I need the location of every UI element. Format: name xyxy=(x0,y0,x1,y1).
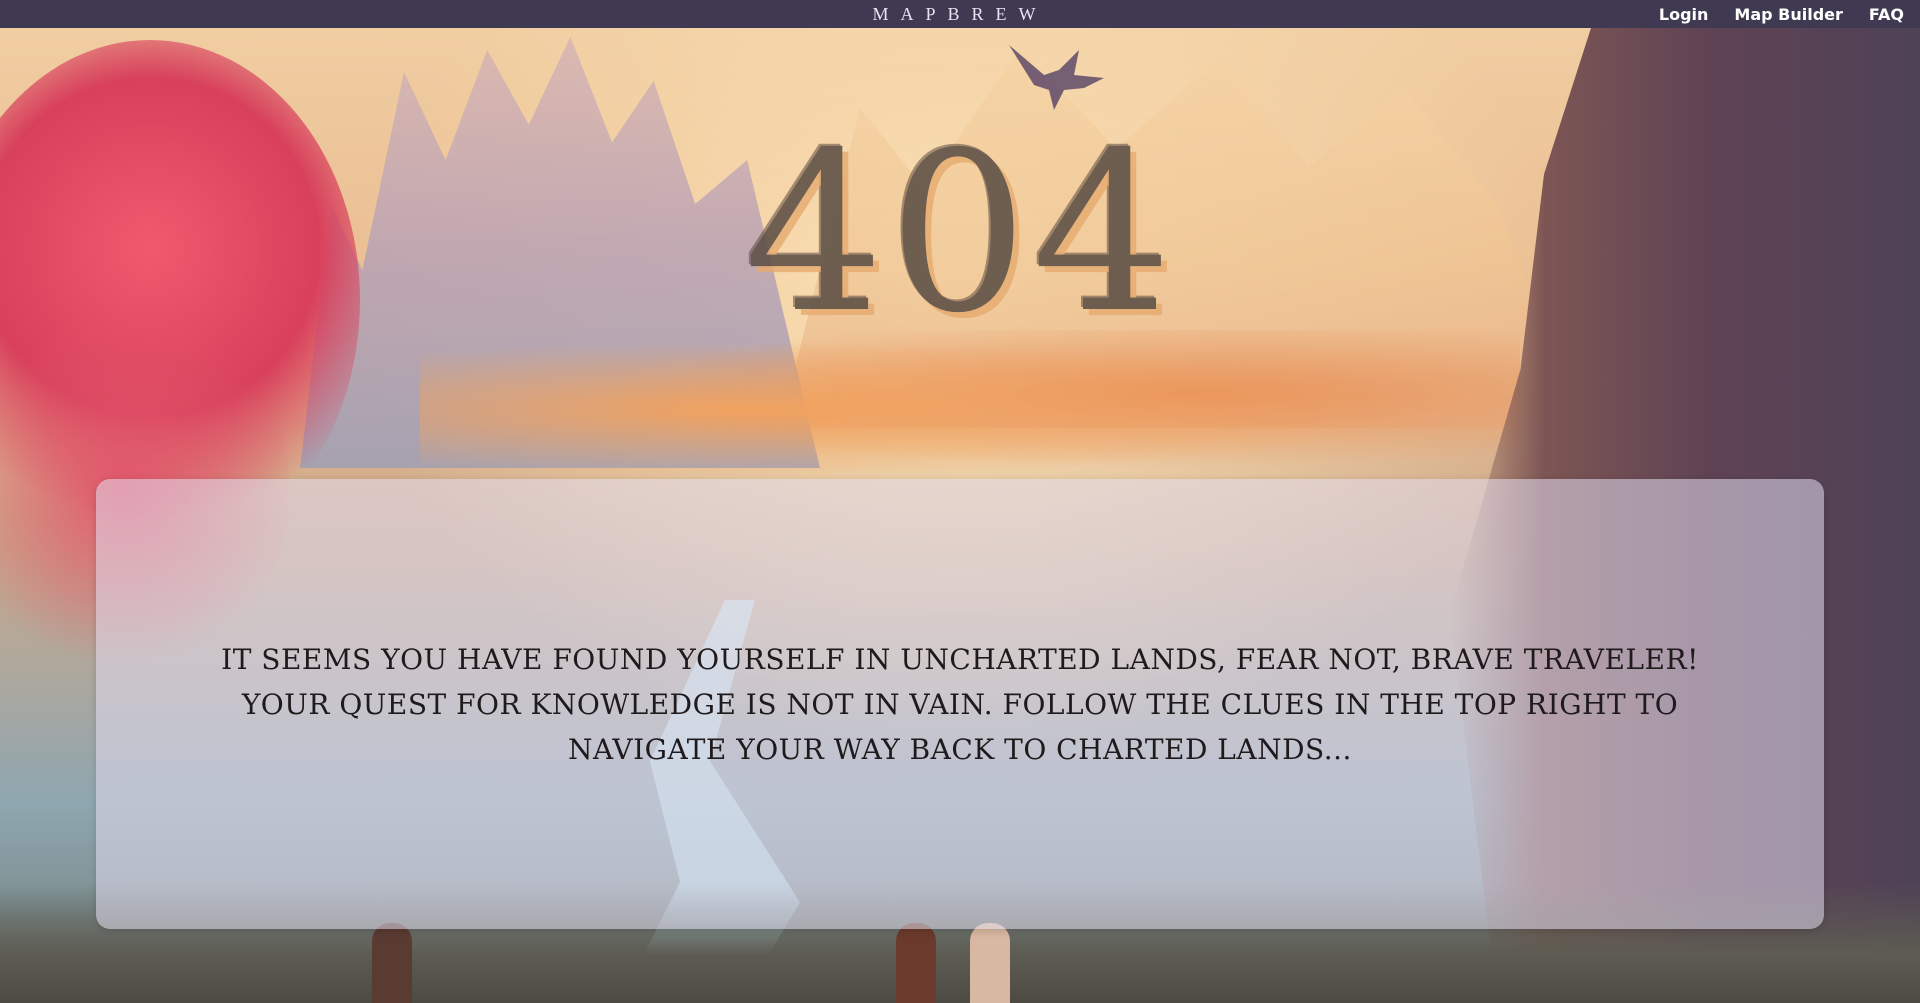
error-code-heading: 404 xyxy=(744,105,1176,361)
faq-link[interactable]: FAQ xyxy=(1869,5,1904,24)
traveler-figure xyxy=(970,923,1010,1003)
nav-links: Login Map Builder FAQ xyxy=(1659,0,1904,28)
traveler-figure xyxy=(896,923,936,1003)
top-navigation-bar: MAPBREW Login Map Builder FAQ xyxy=(0,0,1920,28)
traveler-figure xyxy=(372,923,412,1003)
error-message: IT SEEMS YOU HAVE FOUND YOURSELF IN UNCH… xyxy=(221,642,1699,766)
map-builder-link[interactable]: Map Builder xyxy=(1734,5,1843,24)
message-panel: IT SEEMS YOU HAVE FOUND YOURSELF IN UNCH… xyxy=(96,479,1824,929)
not-found-page: MAPBREW Login Map Builder FAQ 404 IT SEE… xyxy=(0,0,1920,1003)
brand-logo[interactable]: MAPBREW xyxy=(872,0,1047,28)
login-link[interactable]: Login xyxy=(1659,5,1709,24)
